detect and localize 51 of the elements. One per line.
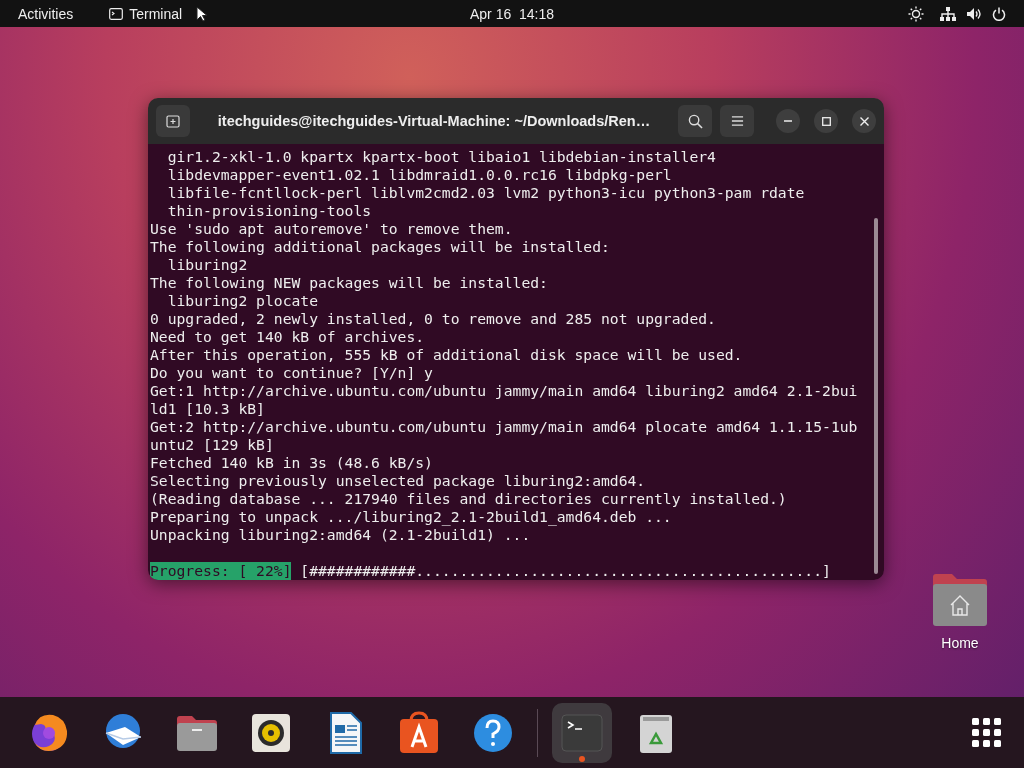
menu-button[interactable] <box>720 105 754 137</box>
close-button[interactable] <box>852 109 876 133</box>
activities-button[interactable]: Activities <box>18 5 74 22</box>
terminal-line: (Reading database ... 217940 files and directories currently installed.) <box>150 490 788 508</box>
terminal-line: thin-provisioning-tools <box>166 202 373 220</box>
terminal-line: Preparing to unpack .../liburing2_2.1-2build1_amd64.deb ... <box>150 508 673 526</box>
network-icon[interactable] <box>940 6 956 21</box>
terminal-line: Need to get 140 kB of archives. <box>150 328 426 346</box>
search-icon <box>687 113 703 129</box>
terminal-line: The following additional packages will be installed: <box>150 238 611 256</box>
terminal-line: Do you want to continue? [Y/n] y <box>150 364 434 382</box>
minimize-button[interactable] <box>776 109 800 133</box>
new-tab-icon <box>166 114 180 128</box>
menu-icon <box>730 115 744 127</box>
terminal-line: libdevmapper-event1.02.1 libdmraid1.0.0.rc16 libdpkg-perl <box>166 166 673 184</box>
mouse-pointer-icon <box>196 5 209 22</box>
desktop-icon-label[interactable]: Home <box>941 635 979 651</box>
terminal-line: Get:1 http://archive.ubuntu.com/ubuntu jammy/main amd64 liburing2 amd64 2.1-2bui <box>150 382 859 400</box>
terminal-line: ld1 [10.3 kB] <box>150 400 266 418</box>
terminal-line: untu2 [129 kB] <box>150 436 275 454</box>
minimize-icon <box>784 120 792 122</box>
close-icon <box>859 116 869 126</box>
shopping-bag-icon <box>397 710 441 755</box>
terminal-line: gir1.2-xkl-1.0 kpartx kpartx-boot libaio1 libdebian-installer4 <box>166 148 717 166</box>
power-icon[interactable] <box>992 6 1006 21</box>
brightness-icon[interactable] <box>908 5 924 22</box>
volume-icon[interactable] <box>966 6 982 21</box>
window-title: itechguides@itechguides-Virtual-Machine: ~/Downloads/Ren… <box>216 113 652 129</box>
terminal-line: Fetched 140 kB in 3s (48.6 kB/s) <box>150 454 434 472</box>
terminal-line: liburing2 <box>166 256 249 274</box>
scrollbar-thumb[interactable] <box>874 218 878 574</box>
maximize-button[interactable] <box>814 109 838 133</box>
home-folder-icon[interactable] <box>931 573 989 627</box>
terminal-line: Use 'sudo apt autoremove' to remove them. <box>150 220 514 238</box>
terminal-line: The following NEW packages will be installed: <box>150 274 549 292</box>
terminal-line: liburing2 plocate <box>166 292 319 310</box>
app-menu[interactable]: Terminal <box>129 5 183 22</box>
maximize-icon <box>821 116 831 126</box>
terminal-line: libfile-fcntllock-perl liblvm2cmd2.03 lvm2 python3-icu python3-pam rdate <box>166 184 806 202</box>
terminal-line: Selecting previously unselected package liburing2:amd64. <box>150 472 647 490</box>
terminal-line: 0 upgraded, 2 newly installed, 0 to remove and 285 not upgraded. <box>150 310 717 328</box>
new-tab-button[interactable] <box>156 105 190 137</box>
terminal-line: Get:2 http://archive.ubuntu.com/ubuntu jammy/main amd64 plocate amd64 1.1.15-1ub <box>150 418 859 436</box>
progress-bar-text: [############..............................................] <box>300 562 831 580</box>
search-button[interactable] <box>678 105 712 137</box>
app-grid-icon[interactable] <box>972 717 1002 748</box>
terminal-icon[interactable] <box>109 7 124 20</box>
clock[interactable]: Apr 16 14:18 <box>469 5 555 22</box>
terminal-line: After this operation, 555 kB of additional disk space will be used. <box>150 346 744 364</box>
terminal-line: Unpacking liburing2:amd64 (2.1-2build1) ... <box>150 526 532 544</box>
progress-label: Progress: [ 22%] <box>150 562 292 580</box>
